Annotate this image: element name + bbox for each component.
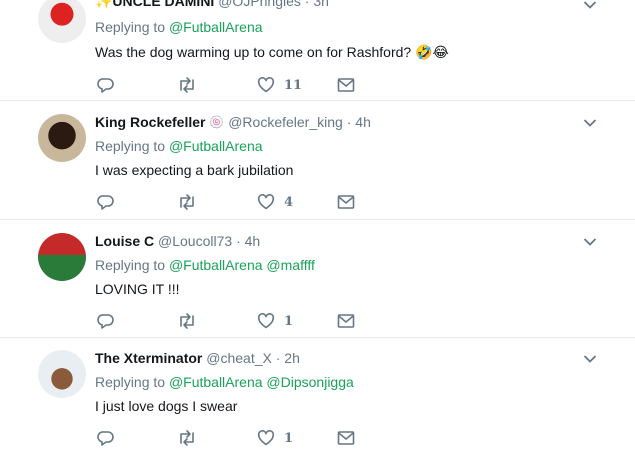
direct-message-button[interactable] (337, 192, 355, 212)
mention-link[interactable]: @maffff (266, 257, 314, 273)
mention-link[interactable]: @FutballArena (169, 19, 263, 35)
separator-dot: · (275, 350, 281, 366)
retweet-icon (180, 77, 194, 93)
replying-to: Replying to @FutballArena @Dipsonjigga (95, 373, 354, 391)
timestamp[interactable]: 4h (355, 114, 371, 130)
mention-link[interactable]: @FutballArena (169, 138, 263, 154)
like-count: 4 (284, 194, 294, 210)
tweet-text: I just love dogs I swear (95, 398, 238, 414)
display-name[interactable]: Louise C (95, 233, 154, 249)
mail-icon (337, 431, 355, 445)
replying-to: Replying to @FutballArena (95, 18, 263, 36)
separator-dot: · (236, 233, 241, 249)
heart-icon (257, 313, 275, 329)
tweet-header: King Rockefeller 🍥 @Rockefeler_king · 4h (95, 113, 371, 131)
mention-link[interactable]: @FutballArena (169, 374, 263, 390)
avatar[interactable] (38, 233, 86, 281)
mail-icon (337, 195, 355, 209)
like-button[interactable]: 1 (257, 311, 293, 331)
like-count: 11 (284, 77, 303, 93)
mail-icon (337, 314, 355, 328)
like-count: 1 (284, 430, 294, 446)
tweet-header: ✨UNCLE DAMINI @OJPringles · 3h (95, 0, 329, 10)
tweet[interactable]: The Xterminator @cheat_X · 2h Replying t… (0, 338, 635, 457)
tweet[interactable]: King Rockefeller 🍥 @Rockefeler_king · 4h… (0, 101, 635, 220)
chevron-down-icon[interactable] (583, 0, 597, 10)
tweet-text: Was the dog warming up to come on for Ra… (95, 44, 449, 60)
replying-to: Replying to @FutballArena (95, 137, 263, 155)
user-handle[interactable]: @cheat_X (206, 350, 272, 366)
retweet-icon (180, 194, 194, 210)
name-emoji: 🍥 (209, 115, 225, 129)
reply-button[interactable] (97, 192, 124, 212)
direct-message-button[interactable] (337, 311, 355, 331)
tweet-text: I was expecting a bark jubilation (95, 162, 294, 178)
tweet[interactable]: Louise C @Loucoll73 · 4h Replying to @Fu… (0, 220, 635, 338)
timestamp[interactable]: 3h (313, 0, 329, 9)
chevron-down-icon[interactable] (583, 354, 597, 364)
heart-icon (257, 77, 275, 93)
reply-button[interactable] (97, 428, 124, 448)
reply-icon (97, 78, 114, 93)
avatar[interactable] (38, 350, 86, 398)
heart-icon (257, 430, 275, 446)
heart-icon (257, 194, 275, 210)
display-name[interactable]: The Xterminator (95, 350, 202, 366)
tweet-text: LOVING IT !!! (95, 281, 180, 297)
mail-icon (337, 78, 355, 92)
separator-dot: · (304, 0, 310, 9)
user-handle[interactable]: @Loucoll73 (158, 233, 232, 249)
timestamp[interactable]: 2h (284, 350, 300, 366)
chevron-down-icon[interactable] (583, 237, 597, 247)
replying-to-label: Replying to (95, 19, 166, 35)
like-button[interactable]: 4 (257, 192, 293, 212)
avatar[interactable] (38, 0, 86, 43)
reply-button[interactable] (97, 311, 124, 331)
display-name[interactable]: ✨UNCLE DAMINI (95, 0, 214, 9)
retweet-button[interactable] (177, 75, 206, 95)
separator-dot: · (346, 114, 352, 130)
direct-message-button[interactable] (337, 428, 355, 448)
display-name[interactable]: King Rockefeller (95, 114, 205, 130)
like-button[interactable]: 1 (257, 428, 293, 448)
replying-to-label: Replying to (95, 374, 166, 390)
user-handle[interactable]: @OJPringles (218, 0, 301, 9)
avatar[interactable] (38, 114, 86, 162)
replying-to-label: Replying to (95, 138, 166, 154)
retweet-button[interactable] (177, 311, 206, 331)
chevron-down-icon[interactable] (583, 118, 597, 128)
replying-to-label: Replying to (95, 257, 166, 273)
tweet-header: The Xterminator @cheat_X · 2h (95, 349, 300, 367)
replying-to: Replying to @FutballArena @maffff (95, 256, 315, 274)
retweet-button[interactable] (177, 428, 206, 448)
tweet[interactable]: ✨UNCLE DAMINI @OJPringles · 3h Replying … (0, 0, 635, 101)
mention-link[interactable]: @FutballArena (169, 257, 263, 273)
like-count: 1 (284, 313, 294, 329)
reply-button[interactable] (97, 75, 124, 95)
retweet-icon (180, 430, 194, 446)
timestamp[interactable]: 4h (245, 233, 261, 249)
tweet-header: Louise C @Loucoll73 · 4h (95, 232, 260, 250)
retweet-icon (180, 313, 194, 329)
like-button[interactable]: 11 (257, 75, 302, 95)
retweet-button[interactable] (177, 192, 206, 212)
reply-icon (97, 431, 114, 446)
mention-link[interactable]: @Dipsonjigga (266, 374, 353, 390)
reply-icon (97, 195, 114, 210)
reply-icon (97, 314, 114, 329)
direct-message-button[interactable] (337, 75, 355, 95)
user-handle[interactable]: @Rockefeler_king (228, 114, 343, 130)
